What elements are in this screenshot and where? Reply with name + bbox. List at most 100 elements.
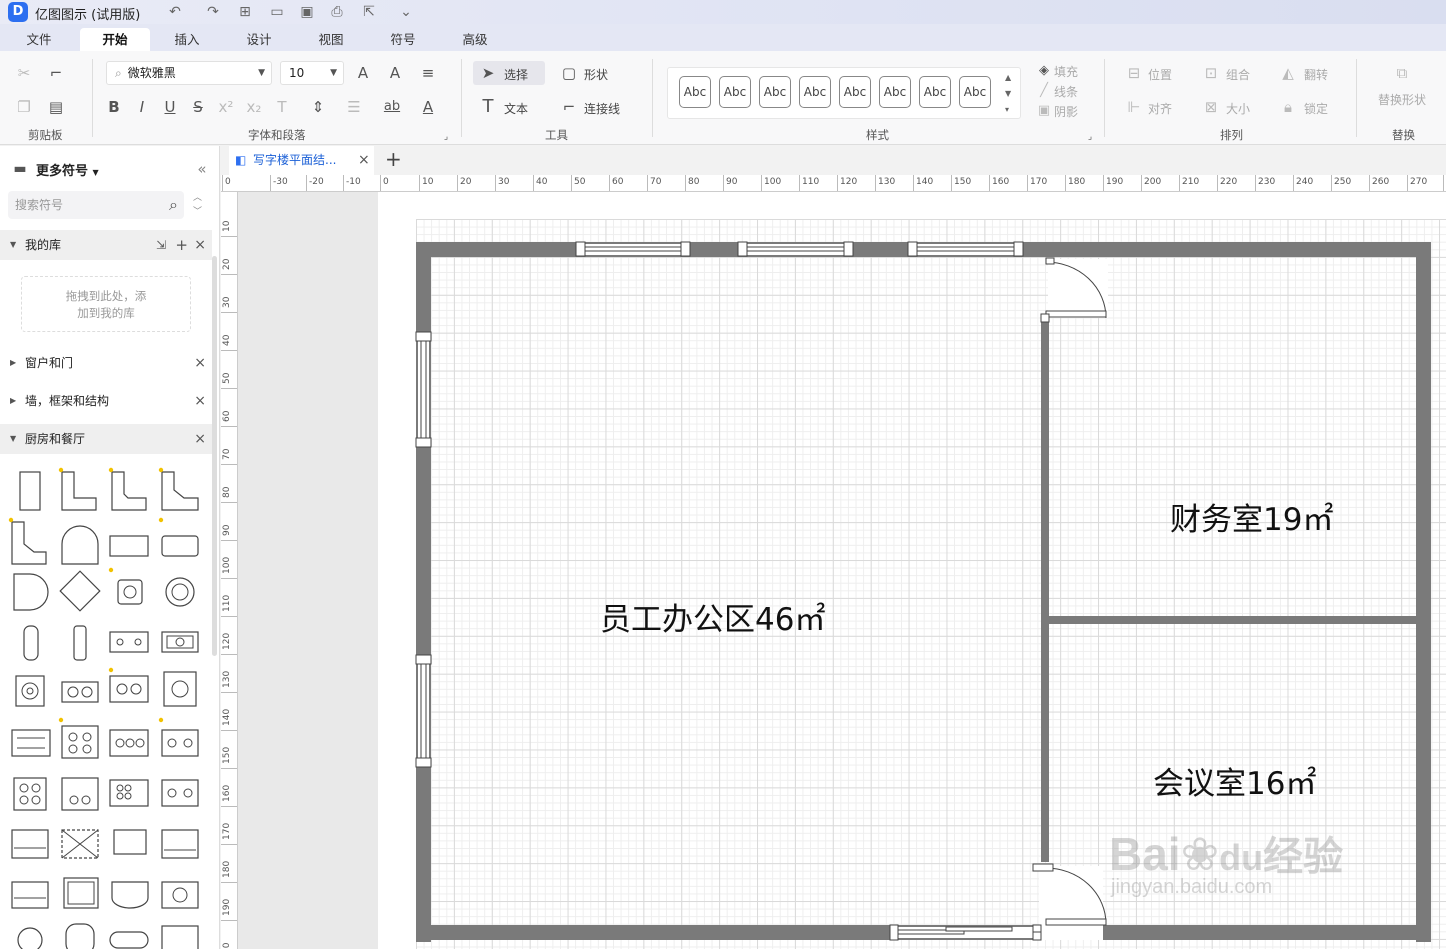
wall-right[interactable] <box>1416 242 1431 942</box>
rounded-counter-shape[interactable] <box>161 535 199 557</box>
superscript-icon[interactable]: x² <box>216 97 236 117</box>
connector-tool-label[interactable]: 连接线 <box>584 100 620 117</box>
collapse-panel-icon[interactable]: « <box>192 159 212 179</box>
text-align-icon[interactable]: ≡ <box>418 63 438 83</box>
font-size-select[interactable]: 10 ▼ <box>280 61 344 85</box>
my-library-header[interactable]: ▼ 我的库 ⇲ + × <box>0 230 212 260</box>
text-case-icon[interactable]: T <box>272 97 292 117</box>
l-counter-shape[interactable] <box>61 471 97 511</box>
import-icon[interactable]: ⇲ <box>156 230 166 260</box>
line-spacing-icon[interactable]: ⇕ <box>308 97 328 117</box>
font-color-icon[interactable]: A <box>418 97 438 117</box>
category-kitchen-dining[interactable]: ▼ 厨房和餐厅 × <box>0 424 212 454</box>
format-painter-icon[interactable]: ⌐ <box>46 63 66 83</box>
category-walls[interactable]: ▶ 墙，框架和结构 × <box>0 386 212 416</box>
italic-icon[interactable]: I <box>132 97 152 117</box>
microwave-shape[interactable] <box>161 881 199 909</box>
close-icon[interactable]: × <box>194 424 206 454</box>
bullet-list-icon[interactable]: ☰ <box>344 97 364 117</box>
replace-shape-icon[interactable]: ⧉ <box>1392 63 1412 83</box>
lock-icon[interactable]: 🔒︎ <box>1278 97 1298 117</box>
gallery-scroll-icon[interactable]: ▲ ▼ ▾ <box>1005 70 1011 118</box>
close-icon[interactable]: × <box>194 348 206 378</box>
category-windows-doors[interactable]: ▶ 窗户和门 × <box>0 348 212 378</box>
font-name-select[interactable]: ⌕ 微软雅黑 ▼ <box>106 61 272 85</box>
shadow-label[interactable]: 阴影 <box>1054 103 1078 120</box>
room-label-finance[interactable]: 财务室19㎡ <box>1170 494 1333 539</box>
oven-shape[interactable] <box>15 675 45 707</box>
sink-shape[interactable] <box>11 881 49 909</box>
bar-sink-shape[interactable] <box>111 881 149 909</box>
symbol-search-input[interactable]: 搜索符号 ⌕ <box>8 191 184 219</box>
search-icon[interactable]: ⌕ <box>169 191 178 219</box>
griddle-shape[interactable] <box>161 729 199 757</box>
cooktop-six-shape[interactable] <box>161 779 199 807</box>
style-swatch[interactable]: Abc <box>839 76 871 108</box>
room-label-staff-office[interactable]: 员工办公区46㎡ <box>600 594 825 639</box>
customize-toolbar-icon[interactable]: ⌄ <box>397 3 415 21</box>
round-dining-table-shape[interactable] <box>165 577 195 607</box>
style-swatch[interactable]: Abc <box>679 76 711 108</box>
corner-counter-shape[interactable] <box>11 521 47 565</box>
expand-styles-icon[interactable]: ⌟ <box>1080 127 1100 147</box>
position-icon[interactable]: ⊟ <box>1124 63 1144 83</box>
document-tab[interactable]: ◧ 写字楼平面结... × <box>229 146 374 175</box>
l-counter-angled-shape[interactable] <box>161 471 199 511</box>
bin-shape[interactable] <box>17 927 43 949</box>
lock-label[interactable]: 锁定 <box>1304 100 1328 117</box>
library-title[interactable]: 更多符号 ▼ <box>36 160 99 179</box>
undo-icon[interactable]: ↶ <box>166 3 184 21</box>
close-icon[interactable]: × <box>358 146 370 174</box>
oven-range-shape[interactable] <box>13 777 47 811</box>
cut-icon[interactable]: ✂ <box>14 63 34 83</box>
style-swatch[interactable]: Abc <box>959 76 991 108</box>
shadow-icon[interactable]: ▣ <box>1034 101 1054 121</box>
text-tool-icon[interactable]: T <box>478 97 498 117</box>
expand-font-icon[interactable]: ⌟ <box>436 127 456 147</box>
arch-counter-shape[interactable] <box>61 525 99 565</box>
dishwasher-shape[interactable] <box>11 829 49 859</box>
six-burner-shape[interactable] <box>61 725 99 759</box>
strikethrough-icon[interactable]: S <box>188 97 208 117</box>
scroll-arrows-icon[interactable]: ︿ ﹀ <box>193 191 202 219</box>
counter-shape[interactable] <box>19 471 41 511</box>
increase-font-icon[interactable]: A <box>353 63 373 83</box>
add-icon[interactable]: + <box>175 230 188 260</box>
size-icon[interactable]: ⊠ <box>1201 97 1221 117</box>
single-burner-shape[interactable] <box>163 671 197 707</box>
double-burner-shape[interactable] <box>61 681 99 703</box>
long-table-shape[interactable] <box>73 625 87 661</box>
tab-home[interactable]: 开始 <box>80 28 150 51</box>
fill-label[interactable]: 填充 <box>1054 63 1078 80</box>
room-label-meeting[interactable]: 会议室16㎡ <box>1153 758 1316 803</box>
cooktop-shape[interactable] <box>109 631 149 653</box>
l-counter-rounded-shape[interactable] <box>111 471 147 511</box>
size-label[interactable]: 大小 <box>1226 100 1250 117</box>
copy-icon[interactable]: ❐ <box>14 97 34 117</box>
add-tab-icon[interactable]: + <box>385 148 402 170</box>
tab-design[interactable]: 设计 <box>234 28 284 51</box>
paste-icon[interactable]: ▤ <box>46 97 66 117</box>
flip-label[interactable]: 翻转 <box>1304 66 1328 83</box>
wall-partition-horizontal[interactable] <box>1041 616 1416 624</box>
tab-view[interactable]: 视图 <box>306 28 356 51</box>
tab-symbols[interactable]: 符号 <box>378 28 428 51</box>
align-icon[interactable]: ⊩ <box>1124 97 1144 117</box>
text-tool-label[interactable]: 文本 <box>504 100 528 117</box>
highlight-icon[interactable]: ab <box>382 97 402 117</box>
library-drop-area[interactable]: 拖拽到此处，添 加到我的库 <box>21 276 191 332</box>
four-burner-shape[interactable] <box>109 675 149 703</box>
align-label[interactable]: 对齐 <box>1148 100 1172 117</box>
shape-tool-label[interactable]: 形状 <box>584 66 608 83</box>
round-table-shape[interactable] <box>13 573 49 611</box>
flip-icon[interactable]: ◭ <box>1278 63 1298 83</box>
freezer-shape[interactable] <box>161 829 199 859</box>
refrigerator-shape[interactable] <box>113 829 147 855</box>
group-icon[interactable]: ⊡ <box>1201 63 1221 83</box>
wall-oven-shape[interactable] <box>61 777 99 811</box>
style-swatch[interactable]: Abc <box>799 76 831 108</box>
group-label[interactable]: 组合 <box>1226 66 1250 83</box>
tab-file[interactable]: 文件 <box>14 28 64 51</box>
open-folder-icon[interactable]: ▭ <box>268 3 286 21</box>
style-swatch[interactable]: Abc <box>719 76 751 108</box>
